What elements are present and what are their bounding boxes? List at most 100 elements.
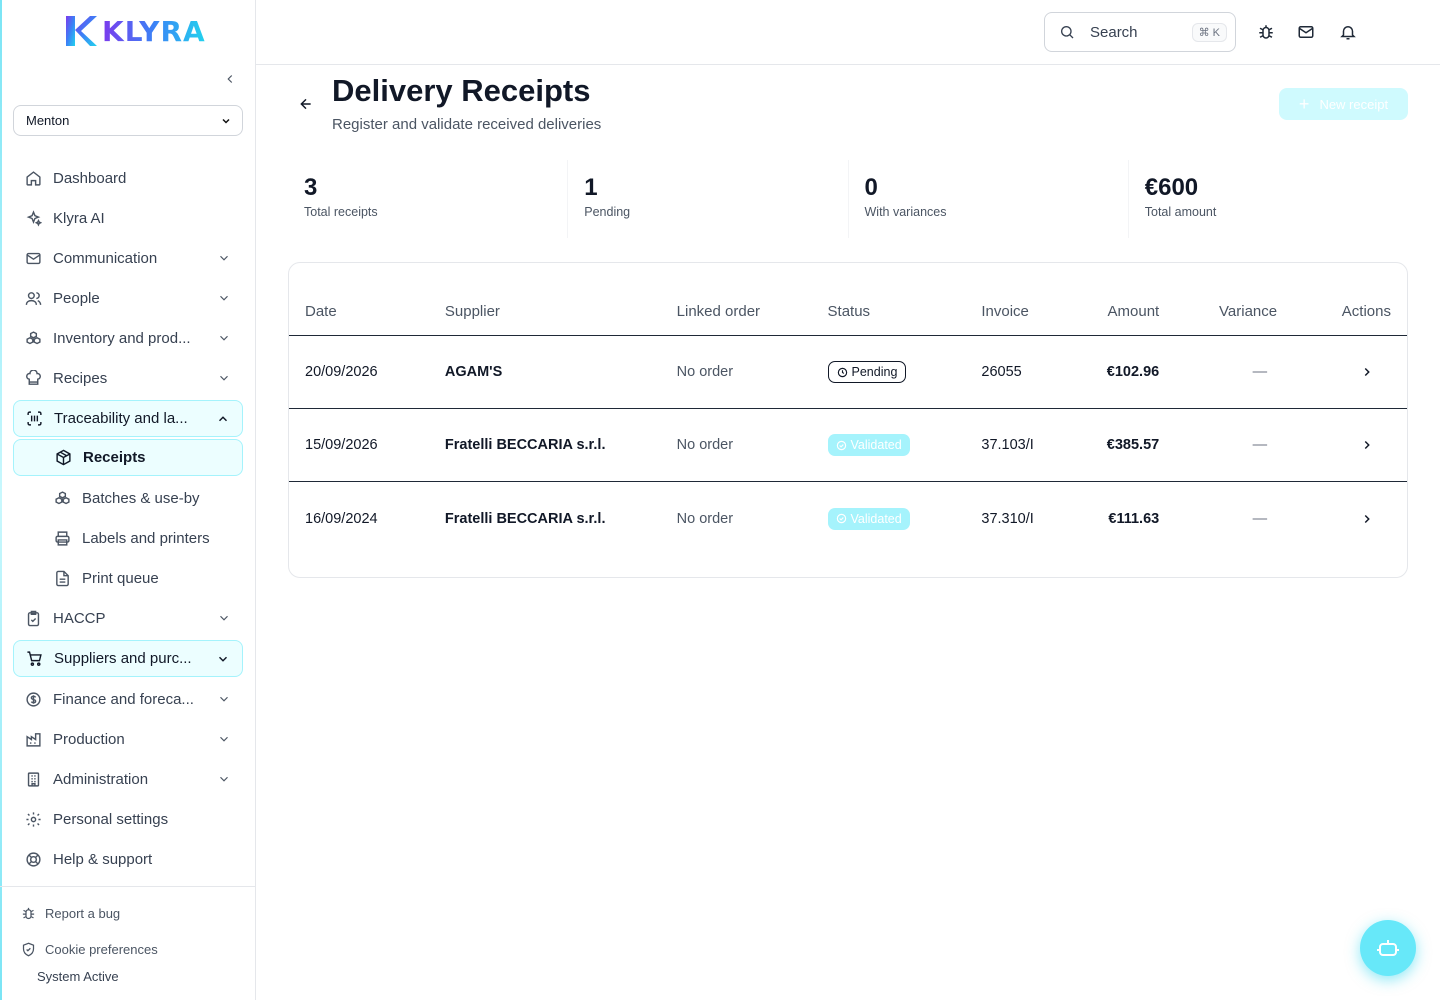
sidebar-item-personal-settings[interactable]: Personal settings bbox=[13, 799, 243, 839]
status-badge-label: Validated bbox=[850, 511, 902, 526]
shopping-cart-icon bbox=[25, 650, 43, 668]
sidebar-item-receipts[interactable]: Receipts bbox=[13, 439, 243, 476]
sidebar-item-production[interactable]: Production bbox=[13, 719, 243, 759]
column-header-date[interactable]: Date bbox=[289, 303, 445, 320]
sidebar-item-suppliers[interactable]: Suppliers and purc... bbox=[13, 640, 243, 677]
search-input[interactable]: Search ⌘ K bbox=[1044, 12, 1236, 52]
sidebar-nav: Dashboard Klyra AI Communication People … bbox=[13, 158, 243, 879]
search-icon bbox=[1061, 26, 1074, 39]
stat-caption: Pending bbox=[584, 205, 631, 219]
chevron-down-icon bbox=[222, 118, 230, 124]
report-bug-label: Report a bug bbox=[45, 905, 121, 921]
bug-icon bbox=[21, 906, 37, 921]
system-status-label: System Active bbox=[37, 969, 119, 984]
sidebar-item-label: Help & support bbox=[53, 850, 153, 868]
cell-actions bbox=[1277, 509, 1407, 529]
open-receipt-button[interactable] bbox=[1357, 435, 1377, 455]
mail-icon bbox=[24, 249, 42, 267]
shield-check-icon bbox=[21, 942, 37, 957]
sidebar-item-help[interactable]: Help & support bbox=[13, 839, 243, 879]
cell-linked-order: No order bbox=[676, 510, 734, 527]
cell-amount: €111.63 bbox=[1108, 510, 1160, 527]
stat-value: 0 bbox=[864, 174, 878, 201]
sidebar-item-print-queue[interactable]: Print queue bbox=[13, 558, 243, 598]
boxes-icon bbox=[53, 489, 71, 507]
arrow-left-icon bbox=[300, 98, 311, 110]
bot-icon bbox=[1377, 940, 1399, 956]
building-icon bbox=[24, 770, 42, 788]
open-receipt-button[interactable] bbox=[1357, 509, 1377, 529]
stat-caption: Total amount bbox=[1144, 205, 1217, 219]
table-row[interactable]: 16/09/2024 Fratelli BECCARIA s.r.l. No o… bbox=[289, 482, 1407, 555]
stat-caption: Total receipts bbox=[304, 205, 378, 219]
sidebar-item-label: Recipes bbox=[53, 369, 108, 387]
sidebar-item-communication[interactable]: Communication bbox=[13, 238, 243, 278]
cell-supplier: Fratelli BECCARIA s.r.l. bbox=[444, 510, 606, 527]
table-row[interactable]: 15/09/2026 Fratelli BECCARIA s.r.l. No o… bbox=[289, 409, 1407, 482]
chef-hat-icon bbox=[24, 369, 42, 387]
column-header-status[interactable]: Status bbox=[828, 303, 982, 320]
brand-name: KLYRA bbox=[102, 14, 206, 48]
stat-value: 3 bbox=[304, 174, 318, 201]
klyra-logo-mark-icon bbox=[66, 16, 97, 46]
sidebar-item-labels-printers[interactable]: Labels and printers bbox=[13, 518, 243, 558]
column-header-linked-order[interactable]: Linked order bbox=[677, 303, 828, 320]
open-receipt-button[interactable] bbox=[1357, 362, 1377, 382]
column-header-variance[interactable]: Variance bbox=[1159, 303, 1277, 320]
cell-supplier: AGAM'S bbox=[444, 364, 503, 380]
sidebar-item-label: Production bbox=[53, 730, 125, 748]
stat-with-variances: 0 With variances bbox=[849, 160, 1129, 238]
status-dot bbox=[22, 972, 30, 981]
report-bug-link[interactable]: Report a bug bbox=[0, 901, 255, 925]
ai-assistant-button[interactable] bbox=[1360, 920, 1416, 976]
sidebar-item-label: Finance and foreca... bbox=[53, 690, 194, 708]
stat-total-receipts: 3 Total receipts bbox=[288, 160, 569, 238]
back-button[interactable] bbox=[296, 94, 316, 114]
table-row[interactable]: 20/09/2026 AGAM'S No order Pending 26055… bbox=[289, 336, 1407, 409]
cell-amount: €102.96 bbox=[1106, 364, 1160, 380]
status-badge-label: Pending bbox=[851, 365, 898, 379]
sidebar-item-traceability[interactable]: Traceability and la... bbox=[13, 400, 243, 437]
sidebar-item-batches[interactable]: Batches & use-by bbox=[13, 478, 243, 518]
sidebar-item-people[interactable]: People bbox=[13, 278, 243, 318]
lifebuoy-icon bbox=[24, 850, 42, 868]
sidebar-item-label: Receipts bbox=[83, 449, 146, 466]
cookie-preferences-link[interactable]: Cookie preferences bbox=[0, 937, 255, 961]
klyra-logo[interactable]: KLYRA bbox=[64, 14, 206, 48]
sidebar-item-recipes[interactable]: Recipes bbox=[13, 358, 243, 398]
table-header: Date Supplier Linked order Status Invoic… bbox=[289, 263, 1407, 336]
system-status: System Active bbox=[0, 969, 255, 984]
scan-barcode-icon bbox=[25, 410, 43, 428]
sidebar-item-label: Administration bbox=[53, 770, 149, 788]
sidebar-item-label: Dashboard bbox=[53, 169, 127, 187]
check-circle-icon bbox=[836, 440, 846, 450]
column-header-supplier[interactable]: Supplier bbox=[445, 303, 677, 320]
printer-icon bbox=[53, 529, 71, 547]
sidebar-item-administration[interactable]: Administration bbox=[13, 759, 243, 799]
chevron-down-icon bbox=[216, 771, 232, 787]
site-select[interactable]: Menton bbox=[13, 105, 243, 136]
collapse-sidebar-button[interactable] bbox=[220, 69, 240, 89]
cell-status: Validated bbox=[827, 434, 982, 456]
chevron-right-icon bbox=[1364, 514, 1370, 523]
chevron-right-icon bbox=[1364, 367, 1370, 377]
column-header-invoice[interactable]: Invoice bbox=[981, 303, 1071, 320]
clipboard-check-icon bbox=[24, 609, 42, 627]
receipts-table: Date Supplier Linked order Status Invoic… bbox=[288, 262, 1408, 578]
new-receipt-button[interactable]: + New receipt bbox=[1279, 88, 1408, 120]
bug-report-button[interactable] bbox=[1256, 22, 1276, 42]
stat-value: €600 bbox=[1144, 174, 1199, 201]
notifications-button[interactable] bbox=[1338, 22, 1358, 42]
sidebar-item-inventory[interactable]: Inventory and prod... bbox=[13, 318, 243, 358]
messages-button[interactable] bbox=[1296, 22, 1316, 42]
column-header-amount[interactable]: Amount bbox=[1071, 303, 1160, 320]
sidebar-item-label: Traceability and la... bbox=[54, 410, 188, 427]
sidebar-item-dashboard[interactable]: Dashboard bbox=[13, 158, 243, 198]
cell-date: 20/09/2026 bbox=[305, 364, 378, 380]
sidebar-item-haccp[interactable]: HACCP bbox=[13, 598, 243, 638]
sidebar-item-finance[interactable]: Finance and foreca... bbox=[13, 679, 243, 719]
plus-icon: + bbox=[1298, 94, 1310, 114]
sidebar-item-klyra-ai[interactable]: Klyra AI bbox=[13, 198, 243, 238]
sidebar-accent-edge bbox=[0, 0, 2, 1000]
search-label: Search bbox=[1090, 23, 1138, 41]
